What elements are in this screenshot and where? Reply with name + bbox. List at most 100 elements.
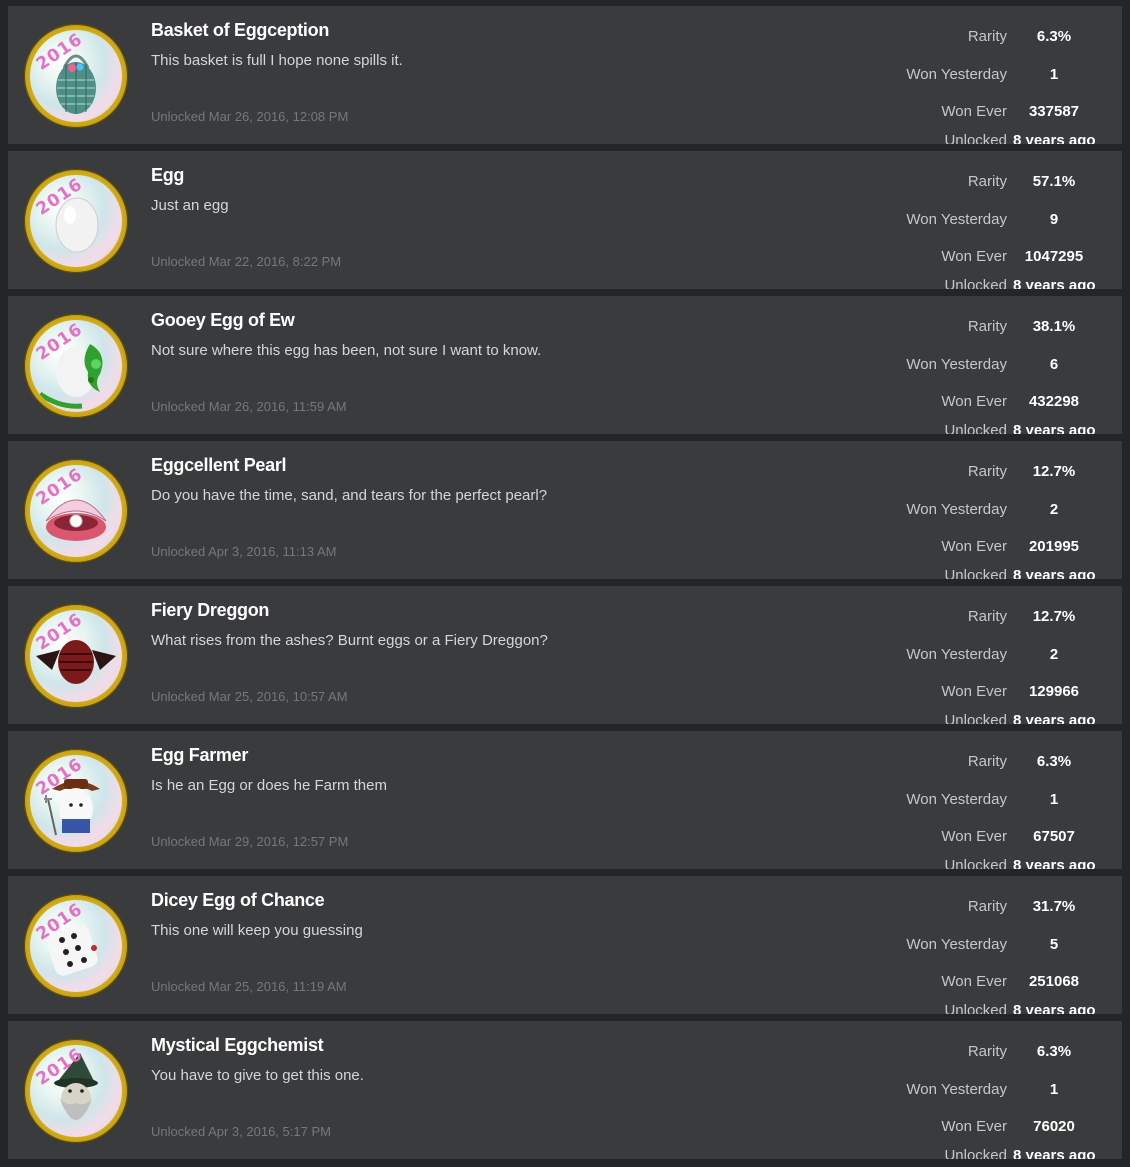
badge-card-1[interactable]: 2016 Basket of Eggception This basket is… [8,6,1122,144]
badge-unlocked-date: Unlocked Mar 26, 2016, 11:59 AM [151,399,347,414]
rarity-value: 12.7% [1032,463,1076,480]
won-yesterday-label: Won Yesterday [906,936,1007,953]
won-yesterday-label: Won Yesterday [906,356,1007,373]
badge-unlocked-date: Unlocked Apr 3, 2016, 11:13 AM [151,544,337,559]
badge-title[interactable]: Basket of Eggception [151,20,329,41]
won-ever-label: Won Ever [941,103,1007,120]
won-ever-label: Won Ever [941,1118,1007,1135]
rarity-value: 38.1% [1032,318,1076,335]
won-ever-value: 201995 [1028,538,1080,555]
badge-image[interactable]: 2016 [24,1039,128,1143]
won-yesterday-value: 2 [1049,646,1059,663]
badge-card-5[interactable]: 2016 Fiery Dreggon What rises from the a… [8,586,1122,724]
unlocked-label: Unlocked [944,277,1007,289]
badge-description: This one will keep you guessing [151,922,363,939]
unlocked-ago-value: 8 years ago [1013,1147,1096,1159]
badge-card-8[interactable]: 2016 Mystical Eggchemist You have to giv… [8,1021,1122,1159]
rarity-value: 6.3% [1036,28,1072,45]
won-yesterday-label: Won Yesterday [906,646,1007,663]
unlocked-ago-value: 8 years ago [1013,567,1096,579]
won-yesterday-value: 1 [1049,1081,1059,1098]
badge-face: 2016 [30,175,122,267]
badge-image[interactable]: 2016 [24,459,128,563]
won-ever-value: 76020 [1033,1118,1075,1135]
unlocked-label: Unlocked [944,712,1007,724]
won-ever-label: Won Ever [941,973,1007,990]
unlocked-label: Unlocked [944,132,1007,144]
badge-description: Is he an Egg or does he Farm them [151,777,387,794]
won-ever-value: 67507 [1033,828,1075,845]
won-yesterday-label: Won Yesterday [906,791,1007,808]
won-yesterday-label: Won Yesterday [906,501,1007,518]
rarity-value: 12.7% [1032,608,1076,625]
badge-card-4[interactable]: 2016 Eggcellent Pearl Do you have the ti… [8,441,1122,579]
badge-description: Not sure where this egg has been, not su… [151,342,542,359]
rarity-label: Rarity [967,898,1007,915]
badge-list: 2016 Basket of Eggception This basket is… [0,0,1130,1167]
won-ever-value: 1047295 [1024,248,1084,265]
badge-unlocked-date: Unlocked Mar 25, 2016, 10:57 AM [151,689,348,704]
badge-card-2[interactable]: 2016 Egg Just an egg Unlocked Mar 22, 20… [8,151,1122,289]
rarity-value: 6.3% [1036,753,1072,770]
won-yesterday-value: 1 [1049,66,1059,83]
badge-unlocked-date: Unlocked Mar 25, 2016, 11:19 AM [151,979,347,994]
won-yesterday-value: 2 [1049,501,1059,518]
badge-image[interactable]: 2016 [24,894,128,998]
won-yesterday-value: 9 [1049,211,1059,228]
rarity-label: Rarity [967,463,1007,480]
badge-face: 2016 [30,610,122,702]
badge-face: 2016 [30,900,122,992]
unlocked-label: Unlocked [944,567,1007,579]
unlocked-ago-value: 8 years ago [1013,857,1096,869]
badge-image[interactable]: 2016 [24,169,128,273]
unlocked-label: Unlocked [944,1147,1007,1159]
badge-description: This basket is full I hope none spills i… [151,52,403,69]
rarity-value: 57.1% [1032,173,1076,190]
badge-image[interactable]: 2016 [24,314,128,418]
unlocked-ago-value: 8 years ago [1013,1002,1096,1014]
unlocked-label: Unlocked [944,422,1007,434]
badge-image[interactable]: 2016 [24,749,128,853]
badge-title[interactable]: Dicey Egg of Chance [151,890,325,911]
won-yesterday-label: Won Yesterday [906,211,1007,228]
unlocked-label: Unlocked [944,857,1007,869]
rarity-label: Rarity [967,753,1007,770]
badge-card-6[interactable]: 2016 Egg Farmer Is he an Egg or does he … [8,731,1122,869]
badge-unlocked-date: Unlocked Mar 26, 2016, 12:08 PM [151,109,349,124]
badge-description: You have to give to get this one. [151,1067,364,1084]
rarity-value: 6.3% [1036,1043,1072,1060]
badge-title[interactable]: Mystical Eggchemist [151,1035,324,1056]
badge-description: Just an egg [151,197,229,214]
won-ever-label: Won Ever [941,248,1007,265]
badge-image[interactable]: 2016 [24,604,128,708]
badge-unlocked-date: Unlocked Mar 29, 2016, 12:57 PM [151,834,349,849]
rarity-label: Rarity [967,608,1007,625]
badge-title[interactable]: Fiery Dreggon [151,600,269,621]
badge-description: What rises from the ashes? Burnt eggs or… [151,632,548,649]
badge-title[interactable]: Gooey Egg of Ew [151,310,295,331]
rarity-label: Rarity [967,173,1007,190]
badge-title[interactable]: Egg Farmer [151,745,248,766]
rarity-label: Rarity [967,318,1007,335]
won-ever-value: 432298 [1028,393,1080,410]
unlocked-ago-value: 8 years ago [1013,132,1096,144]
badge-face: 2016 [30,465,122,557]
unlocked-ago-value: 8 years ago [1013,422,1096,434]
rarity-label: Rarity [967,28,1007,45]
badge-description: Do you have the time, sand, and tears fo… [151,487,548,504]
badge-image[interactable]: 2016 [24,24,128,128]
badge-card-3[interactable]: 2016 Gooey Egg of Ew Not sure where this… [8,296,1122,434]
won-yesterday-value: 1 [1049,791,1059,808]
badge-face: 2016 [30,30,122,122]
unlocked-ago-value: 8 years ago [1013,712,1096,724]
won-yesterday-value: 5 [1049,936,1059,953]
won-yesterday-label: Won Yesterday [906,1081,1007,1098]
rarity-label: Rarity [967,1043,1007,1060]
rarity-value: 31.7% [1032,898,1076,915]
badge-title[interactable]: Egg [151,165,184,186]
badge-unlocked-date: Unlocked Mar 22, 2016, 8:22 PM [151,254,342,269]
won-ever-label: Won Ever [941,538,1007,555]
badge-card-7[interactable]: 2016 Dicey Egg of Chance This one will k… [8,876,1122,1014]
won-ever-label: Won Ever [941,683,1007,700]
badge-title[interactable]: Eggcellent Pearl [151,455,287,476]
